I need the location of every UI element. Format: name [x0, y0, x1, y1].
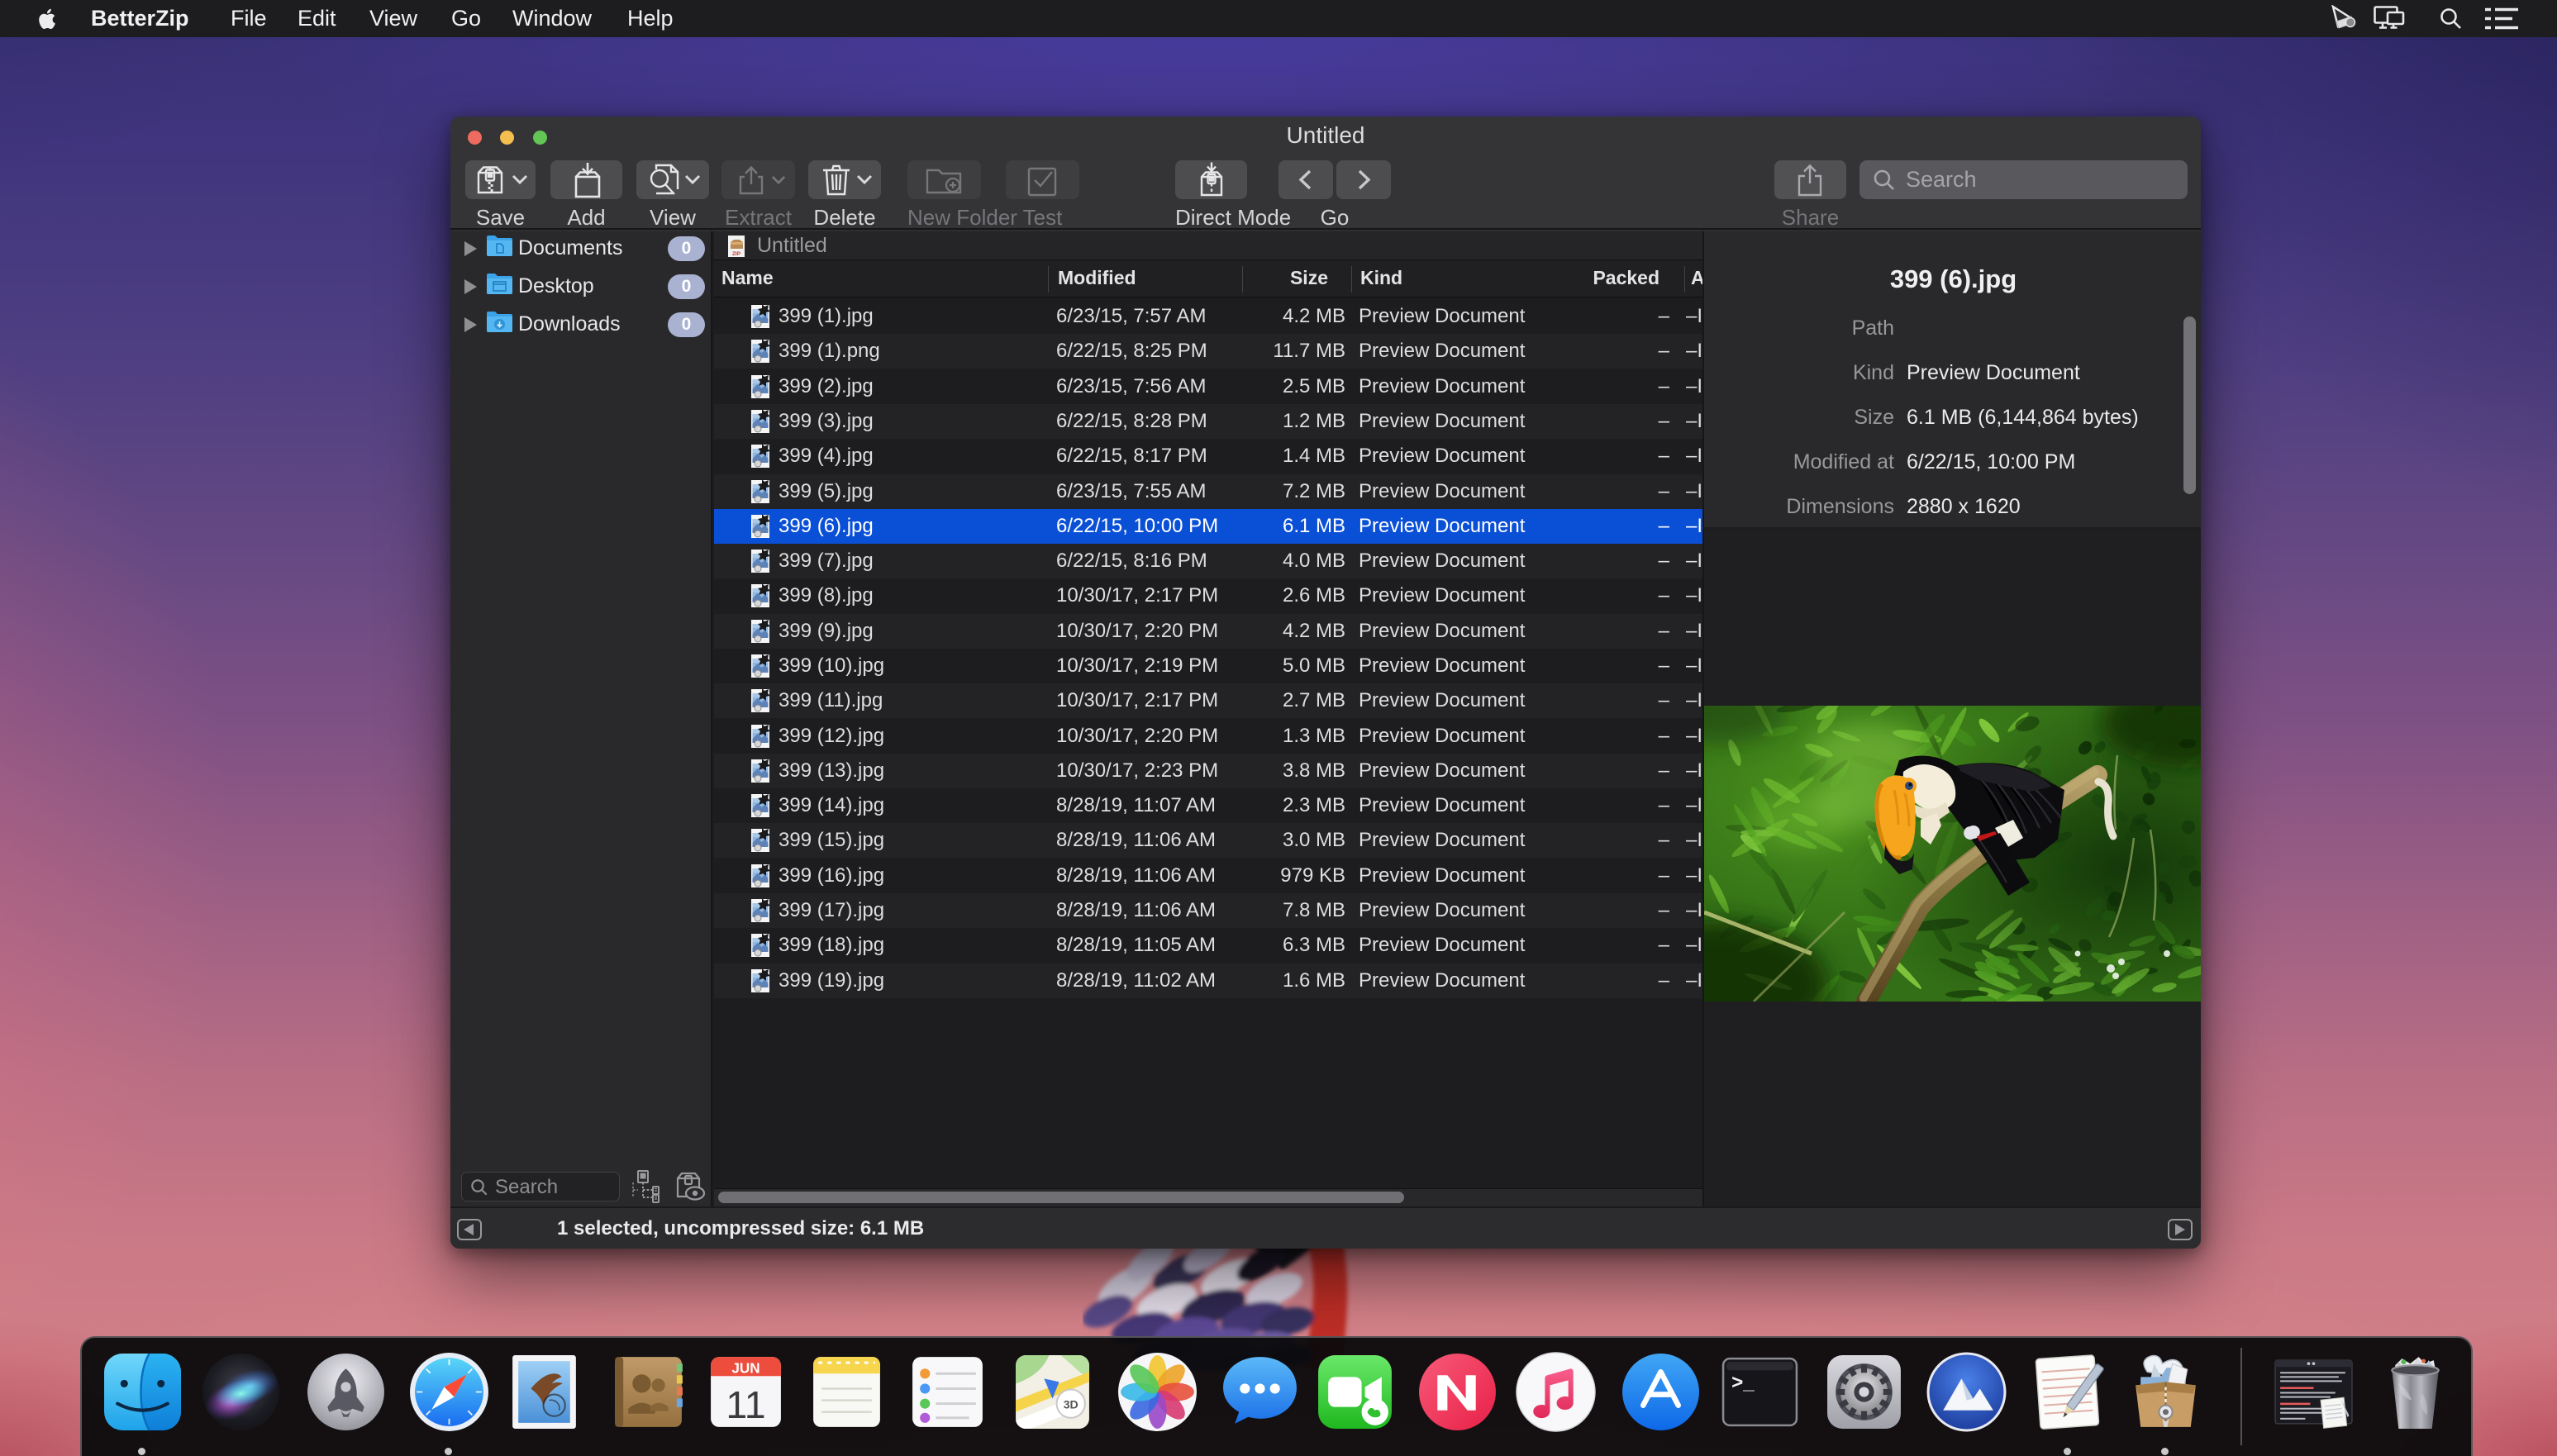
svg-text:11: 11: [726, 1383, 765, 1426]
svg-text:>_: >_: [1731, 1371, 1755, 1393]
svg-text:JUN: JUN: [731, 1359, 759, 1376]
svg-text:ZIP: ZIP: [732, 251, 741, 257]
svg-text:3D: 3D: [1064, 1398, 1079, 1411]
